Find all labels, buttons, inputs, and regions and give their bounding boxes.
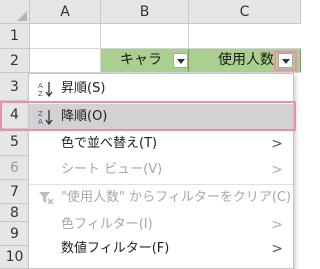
row-header-5[interactable]: 5: [0, 129, 30, 156]
filter-button-highlight: [274, 51, 297, 71]
menu-item-sort-by-color[interactable]: 色で並べ替え(T) >: [29, 132, 293, 156]
menu-item-label: "使用人数" からフィルターをクリア(C): [61, 190, 292, 205]
submenu-arrow-icon: >: [271, 241, 283, 257]
menu-separator: [29, 184, 293, 185]
row-header-6[interactable]: 6: [0, 156, 30, 180]
submenu-arrow-icon: >: [271, 217, 283, 233]
menu-item-label: 色で並べ替え(T): [61, 136, 158, 151]
filter-dropdown-icon[interactable]: [173, 53, 188, 68]
row-header-3[interactable]: 3: [0, 73, 30, 101]
submenu-arrow-icon: >: [271, 162, 283, 178]
sort-ascending-icon: A Z: [38, 82, 53, 97]
row-header-7[interactable]: 7: [0, 180, 30, 204]
row-header-1[interactable]: 1: [0, 24, 30, 49]
row-header-8[interactable]: 8: [0, 204, 30, 222]
menu-item-color-filter: 色フィルター(I) >: [29, 213, 293, 237]
menu-item-label: シート ビュー(V): [61, 162, 163, 177]
row-header-9[interactable]: 9: [0, 222, 30, 246]
clear-filter-icon: [39, 192, 54, 205]
cell-c2-text: 使用人数: [218, 52, 274, 68]
menu-item-sort-ascending[interactable]: A Z 昇順(S): [29, 77, 293, 101]
cell-b2-text: キャラ: [120, 52, 162, 68]
svg-text:Z: Z: [38, 90, 43, 97]
select-all-corner[interactable]: [0, 0, 30, 24]
menu-item-label: 色フィルター(I): [61, 217, 153, 232]
menu-item-sheet-view: シート ビュー(V) >: [29, 158, 293, 182]
column-header-a[interactable]: A: [30, 0, 101, 24]
menu-item-label: 数値フィルター(F): [61, 241, 170, 256]
column-header-c[interactable]: C: [189, 0, 301, 24]
selection-highlight-frame: [0, 101, 296, 131]
menu-item-number-filter[interactable]: 数値フィルター(F) >: [29, 237, 293, 261]
menu-item-label: 昇順(S): [61, 81, 106, 96]
row-header-2[interactable]: 2: [0, 49, 30, 73]
svg-text:A: A: [38, 82, 43, 90]
menu-item-clear-filter: "使用人数" からフィルターをクリア(C): [29, 186, 293, 210]
submenu-arrow-icon: >: [271, 136, 283, 152]
row-header-10[interactable]: 10: [0, 246, 30, 269]
column-header-b[interactable]: B: [101, 0, 189, 24]
